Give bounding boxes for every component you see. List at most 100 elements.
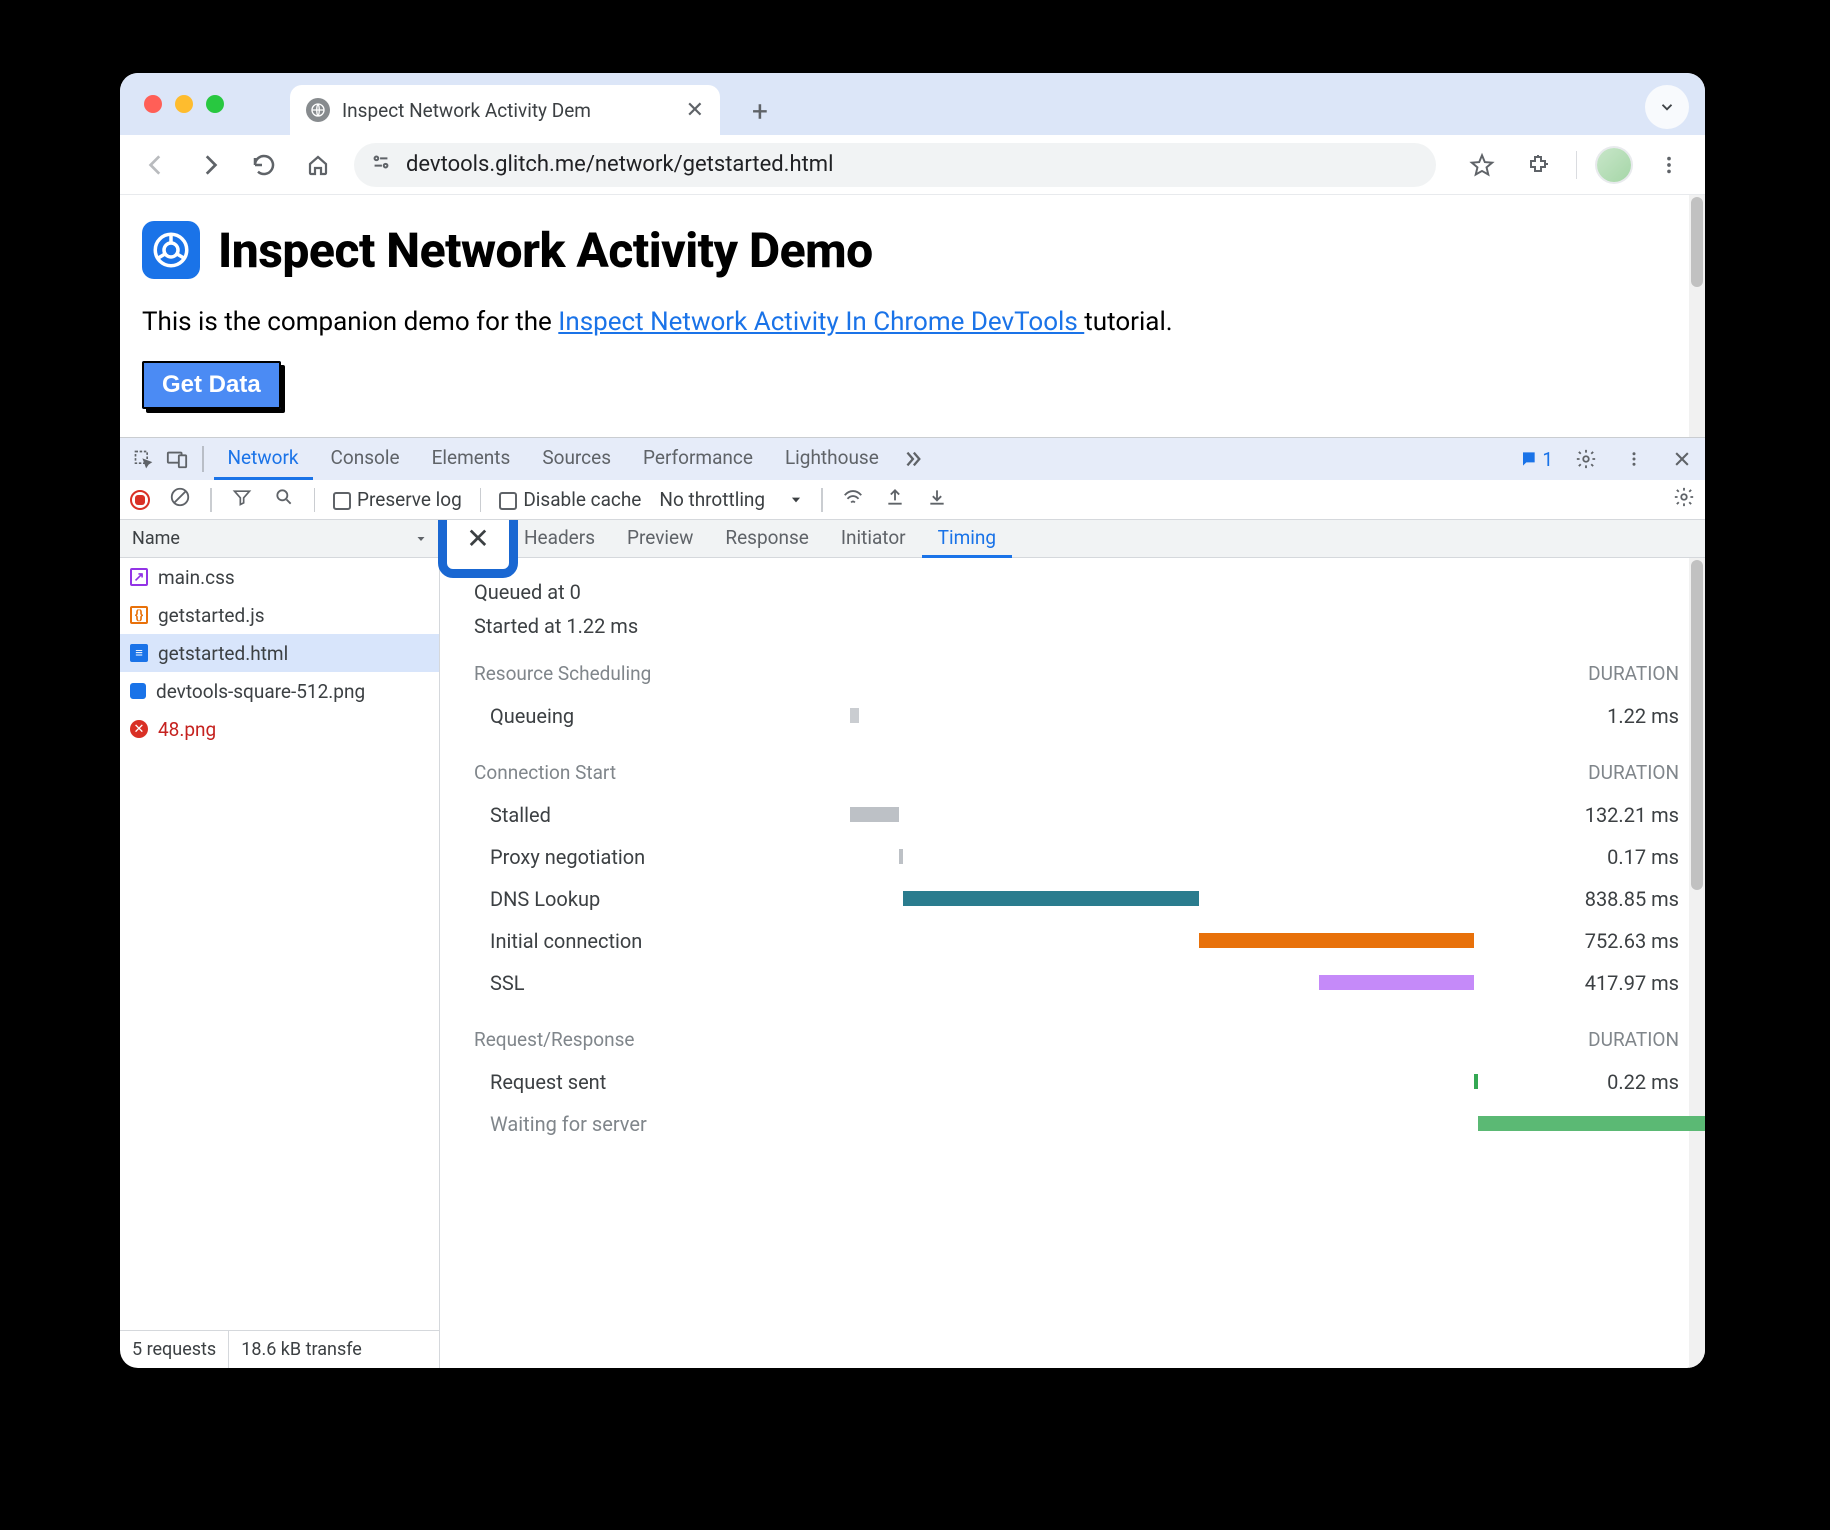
tab-lighthouse[interactable]: Lighthouse <box>771 438 893 480</box>
network-settings-icon[interactable] <box>1673 486 1695 513</box>
get-data-button[interactable]: Get Data <box>142 361 281 409</box>
timing-value: 752.63 ms <box>1549 929 1679 953</box>
detail-tab-headers[interactable]: Headers <box>518 520 611 558</box>
record-button[interactable] <box>130 490 150 510</box>
close-window-icon[interactable] <box>144 95 162 113</box>
network-body: Name ↗main.css{}getstarted.js≡getstarted… <box>120 520 1705 1368</box>
detail-tabs: ✕ Headers Preview Response Initiator Tim… <box>440 520 1705 558</box>
tutorial-link[interactable]: Inspect Network Activity In Chrome DevTo… <box>558 307 1084 337</box>
request-row[interactable]: ≡getstarted.html <box>120 634 439 672</box>
timing-value: 0.22 ms <box>1549 1070 1679 1094</box>
issues-badge[interactable]: 1 <box>1518 448 1553 471</box>
timing-row: Proxy negotiation 0.17 ms <box>474 836 1679 878</box>
section-title: Connection Start <box>474 761 616 784</box>
timing-label: Waiting for server <box>474 1112 664 1136</box>
new-tab-button[interactable]: + <box>742 93 778 129</box>
timing-label: Proxy negotiation <box>474 845 664 869</box>
timing-label: Queueing <box>474 704 664 728</box>
export-har-icon[interactable] <box>883 487 907 512</box>
tab-elements[interactable]: Elements <box>418 438 525 480</box>
menu-icon[interactable] <box>1651 147 1687 183</box>
timing-value: 838.85 ms <box>1549 887 1679 911</box>
request-row[interactable]: devtools-square-512.png <box>120 672 439 710</box>
devtools-tabs: Network Console Elements Sources Perform… <box>120 438 1705 480</box>
page-scrollbar[interactable] <box>1689 195 1705 437</box>
requests-count: 5 requests <box>120 1331 229 1368</box>
name-column-header[interactable]: Name <box>120 520 439 558</box>
duration-header: DURATION <box>1588 1028 1679 1051</box>
request-name: main.css <box>158 566 235 589</box>
profile-avatar[interactable] <box>1597 148 1631 182</box>
browser-tab[interactable]: Inspect Network Activity Dem ✕ <box>290 85 720 135</box>
timing-label: Initial connection <box>474 929 664 953</box>
page-title: Inspect Network Activity Demo <box>218 222 873 279</box>
request-row[interactable]: ↗main.css <box>120 558 439 596</box>
detail-tab-timing[interactable]: Timing <box>922 520 1012 558</box>
bookmark-icon[interactable] <box>1464 147 1500 183</box>
page-content: Inspect Network Activity Demo This is th… <box>120 195 1705 437</box>
network-sidebar: Name ↗main.css{}getstarted.js≡getstarted… <box>120 520 440 1368</box>
maximize-window-icon[interactable] <box>206 95 224 113</box>
window-controls <box>144 95 224 113</box>
close-devtools-icon[interactable] <box>1667 444 1697 474</box>
timing-value: 417.97 ms <box>1549 971 1679 995</box>
tab-title: Inspect Network Activity Dem <box>342 99 591 122</box>
back-button[interactable] <box>138 147 174 183</box>
tabs-dropdown-icon[interactable] <box>1645 85 1689 129</box>
detail-tab-response[interactable]: Response <box>709 520 824 558</box>
timing-row: SSL 417.97 ms <box>474 962 1679 1004</box>
extensions-icon[interactable] <box>1520 147 1556 183</box>
tab-performance[interactable]: Performance <box>629 438 767 480</box>
network-conditions-icon[interactable] <box>841 486 865 513</box>
transfer-size: 18.6 kB transfe <box>229 1331 374 1368</box>
preserve-log-checkbox[interactable]: Preserve log <box>333 488 462 511</box>
detail-tab-preview[interactable]: Preview <box>611 520 709 558</box>
device-toolbar-icon[interactable] <box>162 444 192 474</box>
forward-button[interactable] <box>192 147 228 183</box>
request-row[interactable]: {}getstarted.js <box>120 596 439 634</box>
section-title: Resource Scheduling <box>474 662 651 685</box>
timing-row: Request sent0.22 ms <box>474 1061 1679 1103</box>
filter-icon[interactable] <box>230 487 254 512</box>
chrome-logo-icon <box>142 221 200 279</box>
request-name: getstarted.js <box>158 604 265 627</box>
disable-cache-checkbox[interactable]: Disable cache <box>499 488 641 511</box>
tab-console[interactable]: Console <box>317 438 414 480</box>
devtools-menu-icon[interactable] <box>1619 444 1649 474</box>
search-icon[interactable] <box>272 487 296 512</box>
close-detail-button[interactable]: ✕ <box>438 520 518 578</box>
sort-icon <box>415 533 427 545</box>
import-har-icon[interactable] <box>925 487 949 512</box>
timing-value: 0.17 ms <box>1549 845 1679 869</box>
request-row[interactable]: ✕48.png <box>120 710 439 748</box>
reload-button[interactable] <box>246 147 282 183</box>
home-button[interactable] <box>300 147 336 183</box>
browser-window: Inspect Network Activity Dem ✕ + devtool… <box>120 73 1705 1368</box>
queued-text: Queued at 0 <box>474 580 1679 604</box>
tab-network[interactable]: Network <box>214 438 313 480</box>
network-status-bar: 5 requests 18.6 kB transfe <box>120 1330 439 1368</box>
more-tabs-icon[interactable] <box>897 444 927 474</box>
clear-icon[interactable] <box>168 486 192 513</box>
timing-row: Stalled132.21 ms <box>474 794 1679 836</box>
timing-row: Queueing 1.22 ms <box>474 695 1679 737</box>
minimize-window-icon[interactable] <box>175 95 193 113</box>
timing-row: Initial connection 752.63 ms <box>474 920 1679 962</box>
timing-label: SSL <box>474 971 664 995</box>
tab-sources[interactable]: Sources <box>528 438 625 480</box>
site-settings-icon[interactable] <box>370 151 392 178</box>
detail-scrollbar[interactable] <box>1689 558 1705 1368</box>
detail-tab-initiator[interactable]: Initiator <box>825 520 922 558</box>
inspect-element-icon[interactable] <box>128 444 158 474</box>
timing-value: 132.21 ms <box>1549 803 1679 827</box>
omnibox[interactable]: devtools.glitch.me/network/getstarted.ht… <box>354 143 1436 187</box>
duration-header: DURATION <box>1588 662 1679 685</box>
timing-value: 1.22 ms <box>1549 704 1679 728</box>
settings-icon[interactable] <box>1571 444 1601 474</box>
section-title: Request/Response <box>474 1028 634 1051</box>
timing-body: Queued at 0 Started at 1.22 ms Resource … <box>440 558 1705 1368</box>
request-name: devtools-square-512.png <box>156 680 365 703</box>
throttling-select[interactable]: No throttling <box>659 488 803 511</box>
duration-header: DURATION <box>1588 761 1679 784</box>
close-tab-icon[interactable]: ✕ <box>686 98 704 123</box>
